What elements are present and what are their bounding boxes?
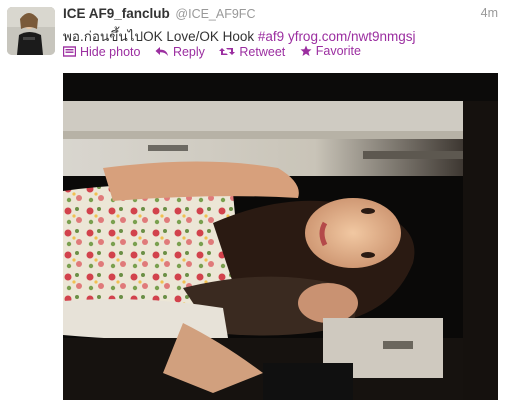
reply-label: Reply [172,44,205,59]
attached-photo[interactable] [63,73,498,400]
fullname[interactable]: ICE AF9_fanclub [63,6,170,21]
photo-icon [63,46,76,57]
tweet-header: ICE AF9_fanclub @ICE_AF9FC 4m [63,6,498,24]
retweet-label: Retweet [239,44,286,59]
avatar[interactable] [7,7,55,55]
reply-button[interactable]: Reply [155,45,205,59]
retweet-button[interactable]: Retweet [219,45,285,59]
hashtag-link[interactable]: #af9 [258,29,284,44]
reply-icon [155,47,168,56]
timestamp[interactable]: 4m [481,6,498,20]
star-icon [300,45,312,56]
photo-image [63,73,498,400]
username[interactable]: @ICE_AF9FC [175,7,255,21]
tweet: ICE AF9_fanclub @ICE_AF9FC 4m พอ.ก่อนขึ้… [0,0,506,405]
hide-photo-label: Hide photo [80,44,141,59]
avatar-image [7,7,55,55]
retweet-icon [219,48,236,55]
hide-photo-button[interactable]: Hide photo [63,45,140,59]
tweet-actions: Hide photo Reply Retweet Favorite [63,44,372,60]
favorite-button[interactable]: Favorite [300,44,361,58]
tweet-text-body: พอ.ก่อนขึ้นไปOK Love/OK Hook [63,29,258,44]
favorite-label: Favorite [315,44,361,58]
url-link[interactable]: yfrog.com/nwt9nmgsj [288,29,416,44]
